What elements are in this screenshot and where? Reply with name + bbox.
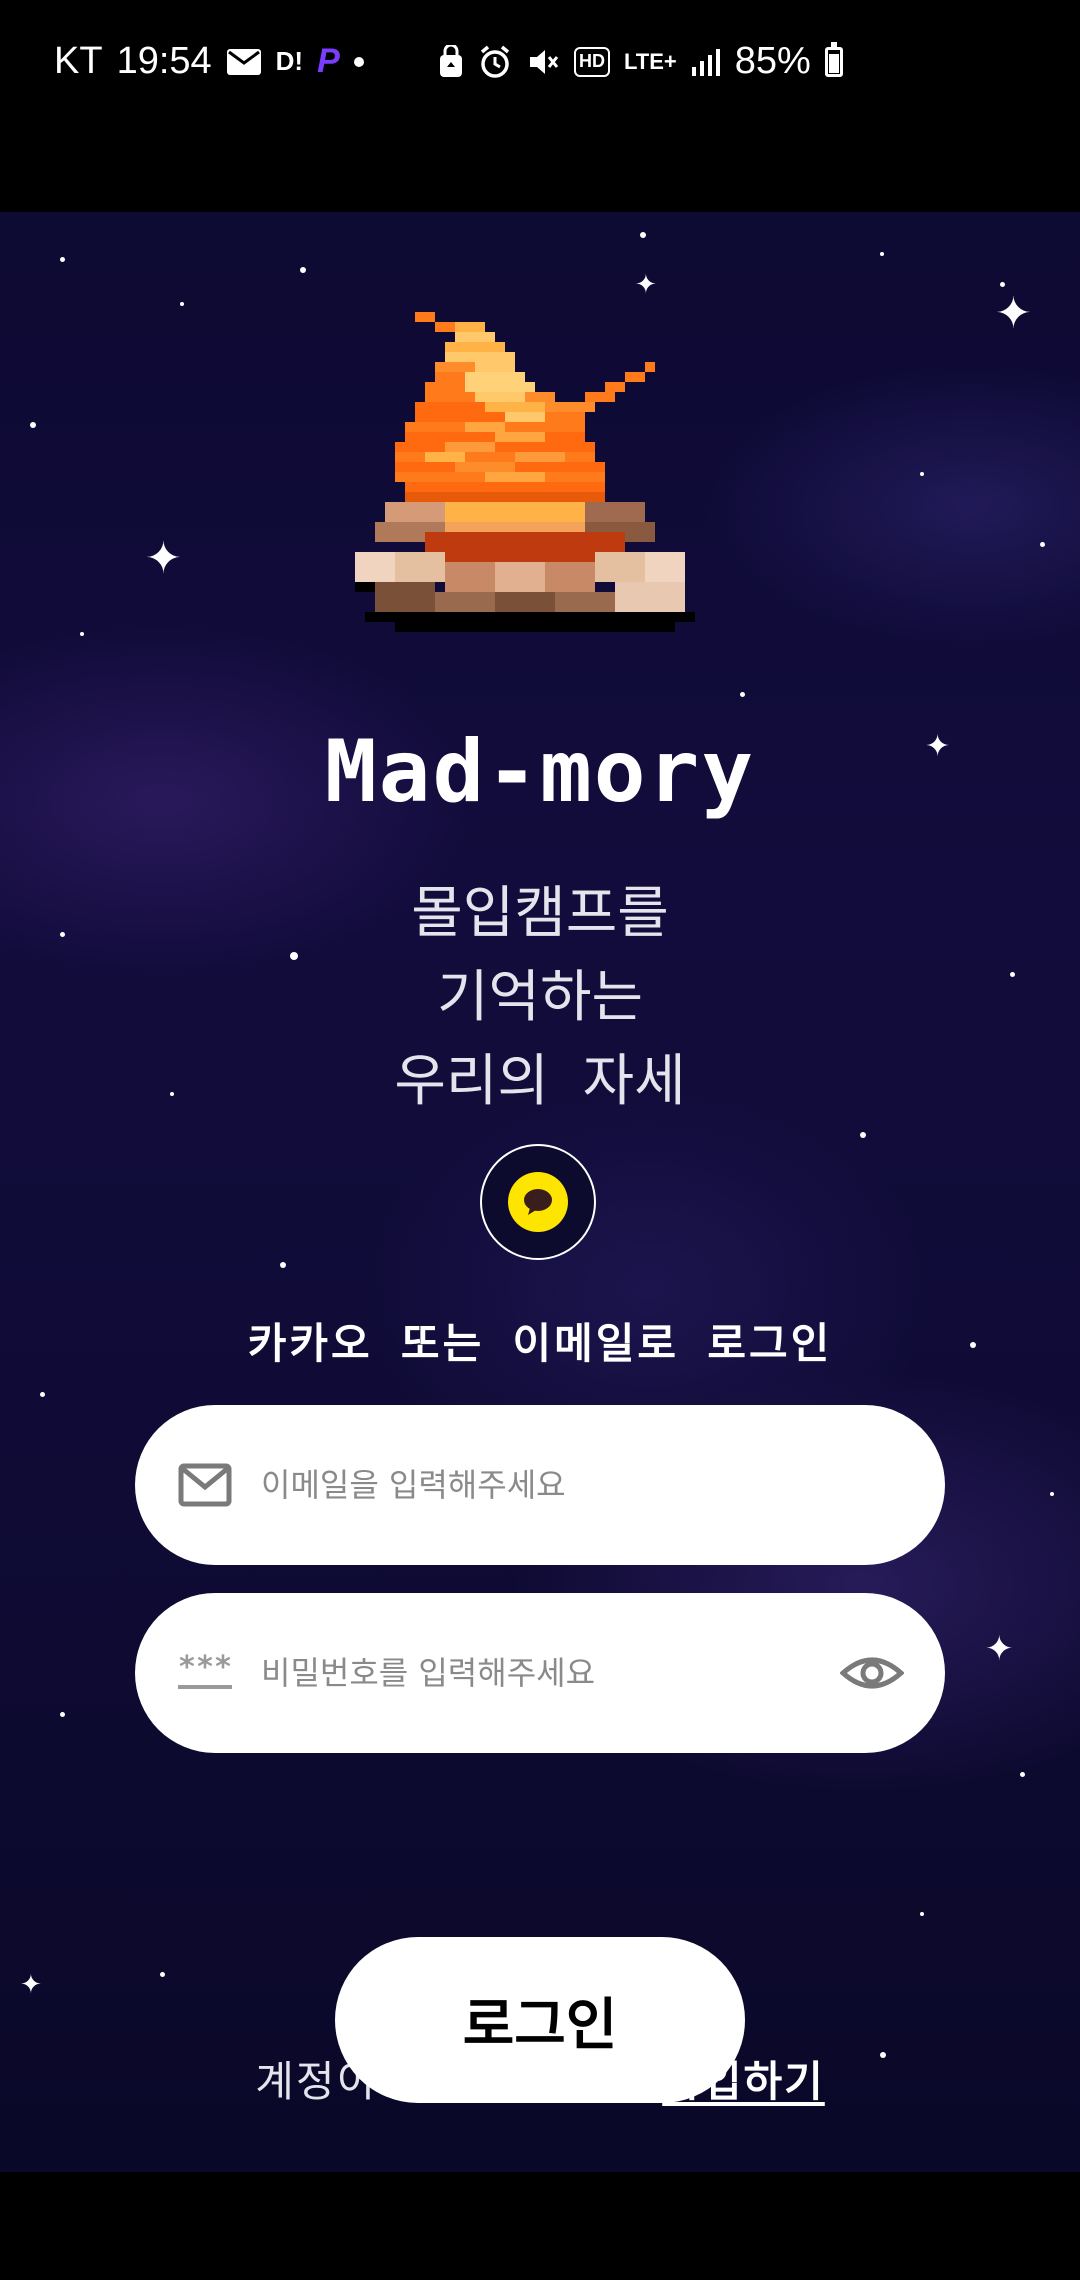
eye-icon[interactable] (839, 1643, 905, 1703)
star (300, 267, 306, 273)
password-input[interactable] (259, 1653, 823, 1693)
star (1050, 1492, 1054, 1496)
hd-voice-icon: HD (574, 46, 610, 77)
sparkle-icon: ✦ (20, 1970, 42, 2000)
status-right: HD LTE+ 85% (438, 40, 843, 83)
campfire-logo-icon (355, 312, 695, 632)
sparkle-icon: ✦ (995, 288, 1032, 339)
status-bar: KT 19:54 D! P HD LTE+ 85% (0, 0, 1080, 130)
star (640, 232, 646, 238)
tagline-line: 몰입캠프를 (411, 881, 669, 946)
email-input[interactable] (259, 1465, 823, 1505)
star (1000, 282, 1005, 287)
mute-icon (526, 42, 560, 82)
mail-notification-icon (226, 42, 262, 82)
star (80, 632, 84, 636)
star (60, 1712, 65, 1717)
password-icon: *** (175, 1643, 235, 1703)
kakao-icon (508, 1172, 568, 1232)
star (280, 1262, 286, 1268)
alarm-icon (478, 42, 512, 82)
star (920, 1912, 924, 1916)
star (920, 472, 924, 476)
more-notifications-dot-icon (353, 42, 364, 82)
clock: 19:54 (116, 40, 212, 82)
mail-icon (175, 1455, 235, 1515)
carrier-label: KT (54, 40, 103, 82)
sparkle-icon: ✦ (635, 270, 657, 300)
space-background: ✦ ✦ ✦ ✦ ✦ ✦ Mad-mory 몰입캠프를 기억하는 우리의 자세 카… (0, 212, 1080, 2172)
signal-icon (691, 42, 721, 82)
star (160, 1972, 165, 1977)
tagline-line: 우리의 자세 (394, 1049, 686, 1114)
login-button[interactable]: 로그인 (335, 1937, 745, 2103)
email-field[interactable] (135, 1405, 945, 1565)
star (30, 422, 36, 428)
lte-icon: LTE+ (624, 48, 677, 74)
login-screen: KT 19:54 D! P HD LTE+ 85% ✦ ✦ ✦ ✦ ✦ ✦ Ma… (0, 0, 1080, 2280)
app-title: Mad-mory (324, 722, 756, 822)
star (860, 1132, 866, 1138)
recycle-lock-icon (438, 42, 464, 82)
star (880, 252, 884, 256)
d-notification-icon: D! (275, 46, 304, 76)
kakao-login-button[interactable] (480, 1144, 596, 1260)
sparkle-icon: ✦ (145, 533, 182, 584)
sparkle-icon: ✦ (985, 1629, 1014, 1669)
tagline: 몰입캠프를 기억하는 우리의 자세 (0, 872, 1080, 1124)
star (180, 302, 184, 306)
star (1040, 542, 1045, 547)
star (740, 692, 745, 697)
password-field[interactable]: *** (135, 1593, 945, 1753)
login-hint: 카카오 또는 이메일로 로그인 (247, 1319, 833, 1368)
status-left: KT 19:54 D! P (54, 40, 364, 83)
p-notification-icon: P (317, 42, 340, 80)
star (60, 257, 65, 262)
battery-percent: 85% (734, 40, 811, 82)
star (40, 1392, 45, 1397)
battery-icon (824, 41, 843, 82)
star (1020, 1772, 1025, 1777)
tagline-line: 기억하는 (436, 965, 644, 1030)
